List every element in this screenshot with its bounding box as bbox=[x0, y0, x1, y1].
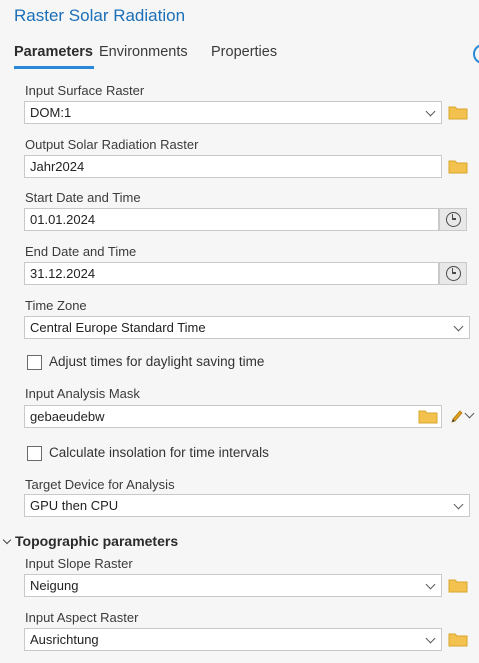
time-intervals-checkbox[interactable] bbox=[27, 446, 42, 461]
end-date-picker-button[interactable] bbox=[439, 262, 467, 285]
end-date-value: 31.12.2024 bbox=[30, 266, 96, 281]
aspect-raster-value: Ausrichtung bbox=[30, 632, 99, 647]
slope-raster-value: Neigung bbox=[30, 578, 79, 593]
daylight-saving-checkbox[interactable] bbox=[27, 355, 42, 370]
analysis-mask-select[interactable]: gebaeudebw bbox=[24, 405, 442, 428]
time-zone-value: Central Europe Standard Time bbox=[30, 320, 206, 335]
start-date-input[interactable]: 01.01.2024 bbox=[24, 208, 439, 231]
output-raster-input[interactable]: Jahr2024 bbox=[24, 155, 442, 178]
start-date-label: Start Date and Time bbox=[25, 190, 141, 205]
target-device-value: GPU then CPU bbox=[30, 498, 119, 513]
topographic-section-header[interactable]: Topographic parameters bbox=[15, 533, 178, 549]
start-date-value: 01.01.2024 bbox=[30, 212, 96, 227]
tab-environments[interactable]: Environments bbox=[99, 44, 188, 60]
clock-icon bbox=[446, 212, 461, 227]
folder-icon[interactable] bbox=[418, 408, 438, 424]
slope-raster-label: Input Slope Raster bbox=[25, 556, 133, 571]
chevron-down-icon[interactable] bbox=[453, 321, 464, 332]
target-device-label: Target Device for Analysis bbox=[25, 477, 175, 492]
daylight-saving-label: Adjust times for daylight saving time bbox=[49, 354, 265, 369]
section-collapse-chevron-icon[interactable] bbox=[2, 535, 12, 545]
pencil-icon[interactable] bbox=[450, 408, 464, 424]
clock-icon bbox=[446, 266, 461, 281]
end-date-input[interactable]: 31.12.2024 bbox=[24, 262, 439, 285]
help-icon[interactable] bbox=[473, 44, 479, 64]
tool-title: Raster Solar Radiation bbox=[14, 6, 186, 25]
chevron-down-icon[interactable] bbox=[425, 106, 436, 117]
tab-parameters[interactable]: Parameters bbox=[14, 44, 93, 60]
time-zone-select[interactable]: Central Europe Standard Time bbox=[24, 316, 470, 339]
input-surface-raster-select[interactable]: DOM:1 bbox=[24, 101, 442, 124]
folder-icon[interactable] bbox=[448, 158, 468, 174]
input-surface-raster-label: Input Surface Raster bbox=[25, 83, 145, 98]
chevron-down-icon[interactable] bbox=[453, 499, 464, 510]
time-zone-label: Time Zone bbox=[25, 298, 87, 313]
chevron-down-icon[interactable] bbox=[425, 579, 436, 590]
aspect-raster-select[interactable]: Ausrichtung bbox=[24, 628, 442, 651]
start-date-picker-button[interactable] bbox=[439, 208, 467, 231]
folder-icon[interactable] bbox=[448, 577, 468, 593]
input-surface-raster-value: DOM:1 bbox=[30, 105, 72, 120]
chevron-down-icon[interactable] bbox=[464, 408, 475, 419]
time-intervals-label: Calculate insolation for time intervals bbox=[49, 445, 269, 460]
slope-raster-select[interactable]: Neigung bbox=[24, 574, 442, 597]
folder-icon[interactable] bbox=[448, 104, 468, 120]
end-date-label: End Date and Time bbox=[25, 244, 137, 259]
output-raster-label: Output Solar Radiation Raster bbox=[25, 137, 199, 152]
target-device-select[interactable]: GPU then CPU bbox=[24, 494, 470, 517]
tab-properties[interactable]: Properties bbox=[211, 44, 277, 60]
output-raster-value: Jahr2024 bbox=[30, 159, 85, 174]
analysis-mask-label: Input Analysis Mask bbox=[25, 386, 140, 401]
folder-icon[interactable] bbox=[448, 631, 468, 647]
analysis-mask-value: gebaeudebw bbox=[30, 409, 105, 424]
chevron-down-icon[interactable] bbox=[425, 633, 436, 644]
aspect-raster-label: Input Aspect Raster bbox=[25, 610, 139, 625]
active-tab-indicator bbox=[14, 66, 94, 69]
